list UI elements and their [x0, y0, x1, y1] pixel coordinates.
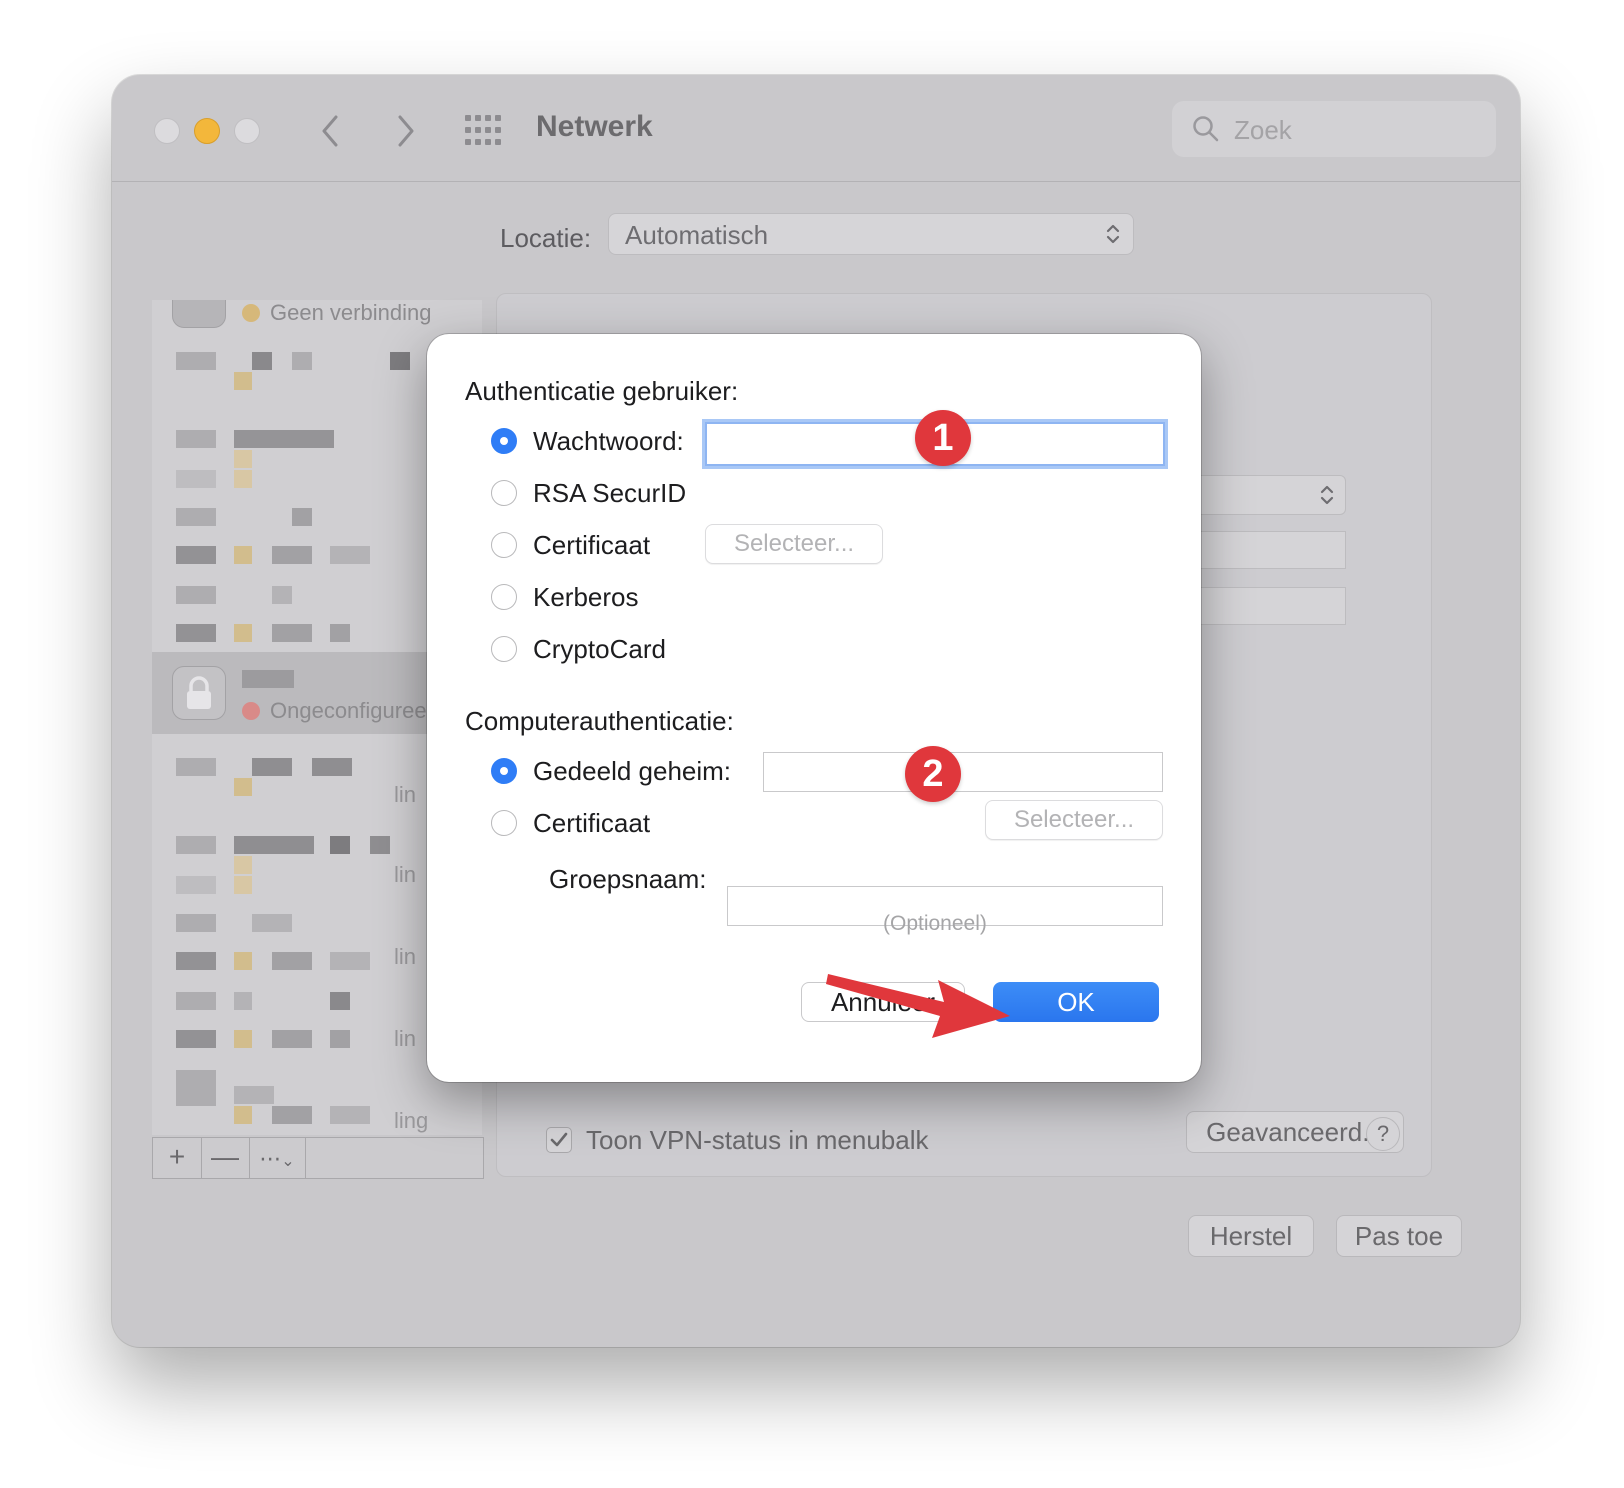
location-value: Automatisch [625, 220, 769, 250]
annotation-arrow-icon [826, 974, 1010, 1038]
annotation-badge-2: 2 [905, 746, 961, 802]
window-title: Netwerk [536, 110, 653, 143]
shared-secret-field[interactable] [763, 752, 1163, 792]
radio-label: RSA SecurID [533, 478, 687, 508]
zoom-window-button[interactable] [234, 118, 260, 144]
radio-button[interactable] [491, 428, 517, 454]
title-bar: Netwerk [112, 75, 1520, 182]
action-menu-button[interactable]: ⋯⌄ [249, 1138, 306, 1178]
help-button[interactable]: ? [1366, 1117, 1400, 1151]
list-toolbar: + — ⋯⌄ [152, 1137, 484, 1179]
remove-service-button[interactable]: — [201, 1138, 250, 1178]
radio-button[interactable] [491, 810, 517, 836]
partial-status-text: lin [394, 782, 417, 807]
radio-button[interactable] [491, 532, 517, 558]
add-service-button[interactable]: + [153, 1138, 202, 1178]
group-name-label: Groepsnaam: [549, 864, 707, 894]
radio-label: Certificaat [533, 530, 651, 560]
radio-label: Kerberos [533, 582, 639, 612]
lock-icon [172, 666, 226, 720]
status-dot [242, 702, 260, 720]
vpn-status-checkbox[interactable] [546, 1127, 572, 1153]
chevron-up-down-icon [1320, 485, 1334, 505]
radio-button[interactable] [491, 480, 517, 506]
chevron-down-icon: ⌄ [281, 1153, 295, 1170]
apply-button[interactable]: Pas toe [1336, 1215, 1462, 1257]
annotation-badge-1: 1 [915, 410, 971, 466]
radio-button[interactable] [491, 636, 517, 662]
checkmark-icon [550, 1132, 568, 1147]
minimize-window-button[interactable] [194, 118, 220, 144]
select-certificate-user-button[interactable]: Selecteer... [705, 524, 883, 564]
location-select[interactable]: Automatisch [608, 213, 1134, 255]
location-label: Locatie: [500, 223, 592, 253]
service-icon [172, 300, 226, 328]
forward-icon[interactable] [388, 111, 424, 151]
revert-button[interactable]: Herstel [1188, 1215, 1314, 1257]
more-icon: ⋯ [259, 1146, 282, 1171]
radio-label: Gedeeld geheim: [533, 756, 732, 786]
user-auth-heading: Authenticatie gebruiker: [465, 376, 739, 406]
radio-button[interactable] [491, 584, 517, 610]
partial-status-text: ling [394, 1108, 429, 1133]
computer-auth-heading: Computerauthenticatie: [465, 706, 734, 736]
authentication-settings-dialog: Authenticatie gebruiker: Wachtwoord: RSA… [427, 334, 1201, 1082]
vpn-status-label: Toon VPN-status in menubalk [586, 1125, 929, 1155]
service-status: Geen verbinding [242, 300, 431, 326]
search-icon [1193, 116, 1219, 142]
status-dot [242, 304, 260, 322]
radio-button[interactable] [491, 758, 517, 784]
search-input[interactable] [1232, 111, 1476, 149]
partial-status-text: lin [394, 944, 417, 969]
partial-status-text: lin [394, 862, 417, 887]
ok-button[interactable]: OK [993, 982, 1159, 1022]
back-icon[interactable] [312, 111, 348, 151]
radio-label: Wachtwoord: [533, 426, 684, 456]
radio-label: CryptoCard [533, 634, 666, 664]
radio-label: Certificaat [533, 808, 651, 838]
service-status: Ongeconfigureerd [242, 698, 446, 724]
show-all-grid-icon[interactable] [464, 113, 502, 147]
search-field[interactable] [1172, 101, 1496, 157]
list-item[interactable]: Geen verbinding [152, 300, 482, 340]
shared-secret-input[interactable] [764, 753, 1162, 791]
close-window-button[interactable] [154, 118, 180, 144]
group-name-hint: (Optioneel) [883, 912, 987, 935]
select-certificate-computer-button[interactable]: Selecteer... [985, 800, 1163, 840]
partial-status-text: lin [394, 1026, 417, 1051]
chevron-up-down-icon [1106, 224, 1120, 244]
